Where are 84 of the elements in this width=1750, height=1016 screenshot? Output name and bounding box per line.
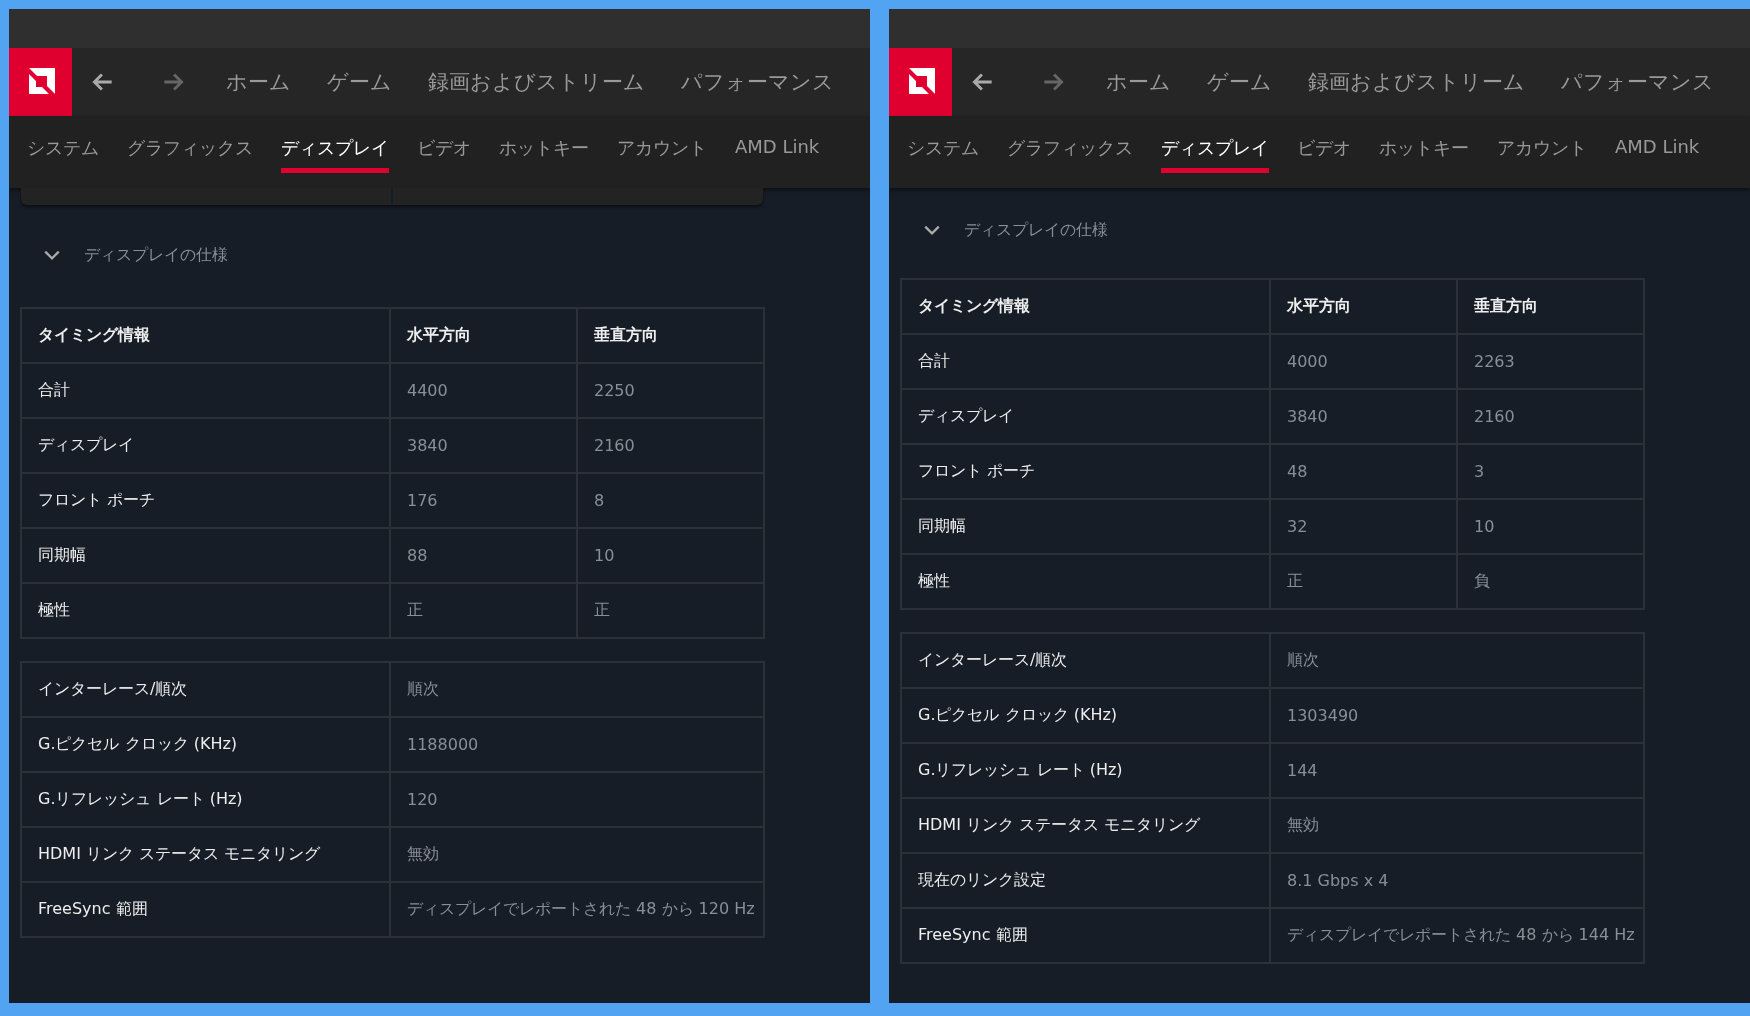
table-cell: 現在のリンク設定	[901, 853, 1270, 908]
tab[interactable]: アカウント	[1497, 116, 1587, 168]
nav-link[interactable]: ゲーム	[327, 68, 392, 96]
table-cell: 正	[577, 583, 764, 638]
table-cell: 48	[1270, 444, 1457, 499]
table-cell: 順次	[1270, 633, 1644, 688]
nav-link[interactable]: ホーム	[1106, 68, 1171, 96]
table-cell: 3840	[390, 418, 577, 473]
column-header: 垂直方向	[577, 308, 764, 363]
table-cell: 10	[577, 528, 764, 583]
tab[interactable]: AMD Link	[1615, 116, 1700, 168]
table-cell: フロント ポーチ	[901, 444, 1270, 499]
table-cell: 無効	[390, 827, 764, 882]
tab[interactable]: ホットキー	[1379, 116, 1469, 168]
table-cell: フロント ポーチ	[21, 473, 390, 528]
table-cell: 32	[1270, 499, 1457, 554]
column-header: タイミング情報	[901, 279, 1270, 334]
table-cell: 順次	[390, 662, 764, 717]
table-cell: 同期幅	[21, 528, 390, 583]
table-cell: インターレース/順次	[21, 662, 390, 717]
table-cell: G.ピクセル クロック (KHz)	[901, 688, 1270, 743]
nav-link[interactable]: パフォーマンス	[1561, 68, 1714, 96]
table-cell: ディスプレイ	[21, 418, 390, 473]
table-cell: 2160	[577, 418, 764, 473]
table-cell: HDMI リンク ステータス モニタリング	[901, 798, 1270, 853]
tab[interactable]: ディスプレイ	[1161, 116, 1269, 173]
logo-icon	[9, 48, 72, 116]
nav-link[interactable]: ゲーム	[1207, 68, 1272, 96]
table-cell: 144	[1270, 743, 1644, 798]
tab[interactable]: ビデオ	[417, 116, 471, 168]
table-cell: G.リフレッシュ レート (Hz)	[21, 772, 390, 827]
column-header: 水平方向	[1270, 279, 1457, 334]
tab[interactable]: ディスプレイ	[281, 116, 389, 173]
table-cell: 8.1 Gbps x 4	[1270, 853, 1644, 908]
table-cell: 負	[1457, 554, 1644, 609]
table-cell: 2250	[577, 363, 764, 418]
table-cell: 1303490	[1270, 688, 1644, 743]
column-header: タイミング情報	[21, 308, 390, 363]
column-header: 水平方向	[390, 308, 577, 363]
column-header: 垂直方向	[1457, 279, 1644, 334]
table-cell: インターレース/順次	[901, 633, 1270, 688]
tab[interactable]: グラフィックス	[1007, 116, 1133, 168]
table-cell: 4400	[390, 363, 577, 418]
table-cell: FreeSync 範囲	[901, 908, 1270, 963]
table-cell: 2160	[1457, 389, 1644, 444]
table-cell: 同期幅	[901, 499, 1270, 554]
table-cell: 176	[390, 473, 577, 528]
nav-link[interactable]: パフォーマンス	[681, 68, 834, 96]
table-cell: 3840	[1270, 389, 1457, 444]
table-cell: HDMI リンク ステータス モニタリング	[21, 827, 390, 882]
table-cell: 3	[1457, 444, 1644, 499]
table-cell: 88	[390, 528, 577, 583]
tab[interactable]: システム	[907, 116, 979, 168]
section-title: ディスプレイの仕様	[964, 219, 1108, 241]
table-cell: 120	[390, 772, 764, 827]
table-cell: G.リフレッシュ レート (Hz)	[901, 743, 1270, 798]
table-cell: 極性	[901, 554, 1270, 609]
table-cell: 4000	[1270, 334, 1457, 389]
table-cell: 正	[390, 583, 577, 638]
tab[interactable]: グラフィックス	[127, 116, 253, 168]
table-cell: ディスプレイでレポートされた 48 から 120 Hz	[390, 882, 764, 937]
tab[interactable]: アカウント	[617, 116, 707, 168]
table-cell: 1188000	[390, 717, 764, 772]
logo-icon	[889, 48, 952, 116]
table-cell: 合計	[901, 334, 1270, 389]
tab[interactable]: システム	[27, 116, 99, 168]
table-cell: 2263	[1457, 334, 1644, 389]
table-cell: 無効	[1270, 798, 1644, 853]
table-cell: 8	[577, 473, 764, 528]
tab[interactable]: ビデオ	[1297, 116, 1351, 168]
table-cell: ディスプレイ	[901, 389, 1270, 444]
tab[interactable]: ホットキー	[499, 116, 589, 168]
table-cell: FreeSync 範囲	[21, 882, 390, 937]
table-cell: 10	[1457, 499, 1644, 554]
table-cell: 合計	[21, 363, 390, 418]
nav-link[interactable]: 録画およびストリーム	[428, 68, 645, 96]
section-title: ディスプレイの仕様	[84, 244, 228, 266]
nav-link[interactable]: 録画およびストリーム	[1308, 68, 1525, 96]
table-cell: ディスプレイでレポートされた 48 から 144 Hz	[1270, 908, 1644, 963]
table-cell: G.ピクセル クロック (KHz)	[21, 717, 390, 772]
tab[interactable]: AMD Link	[735, 116, 820, 168]
table-cell: 極性	[21, 583, 390, 638]
nav-link[interactable]: ホーム	[226, 68, 291, 96]
table-cell: 正	[1270, 554, 1457, 609]
